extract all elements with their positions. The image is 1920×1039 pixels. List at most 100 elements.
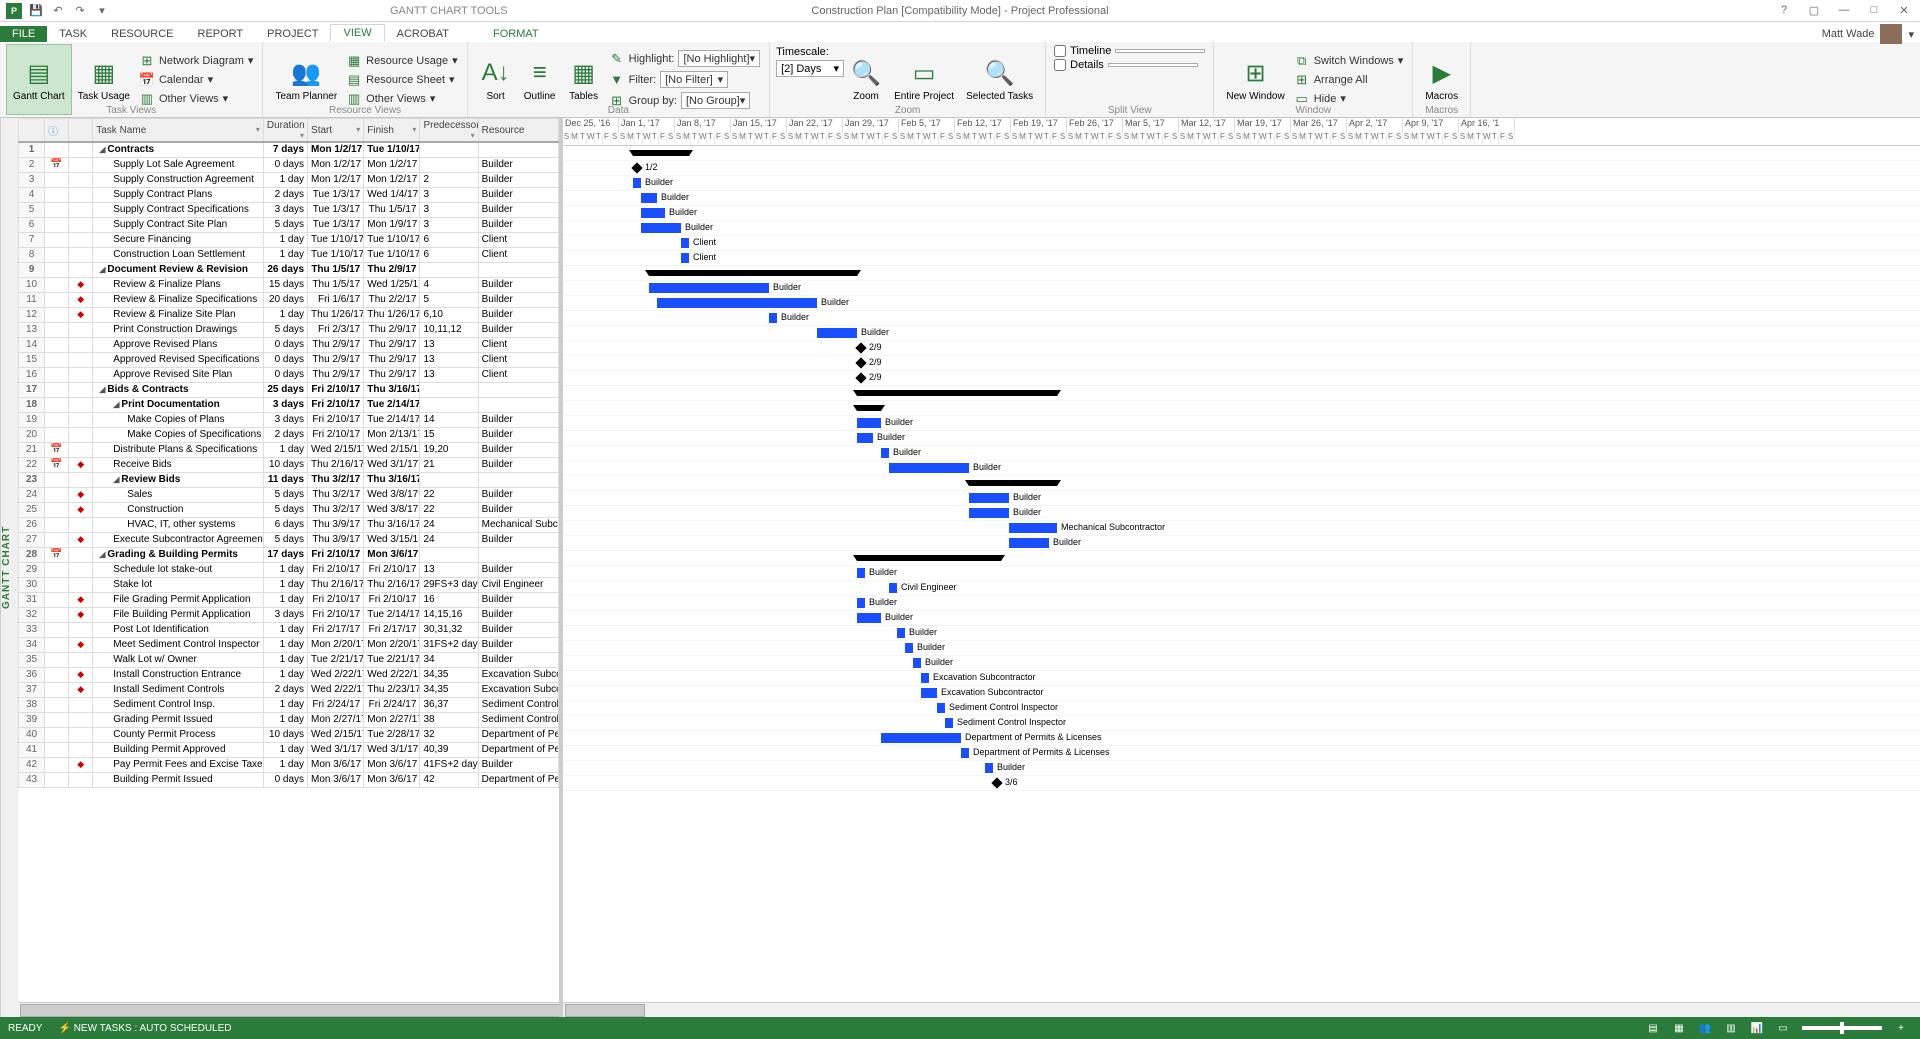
table-row[interactable]: 24◆Sales5 daysThu 3/2/17Wed 3/8/1722Buil… xyxy=(19,487,559,502)
gantt-task-bar[interactable] xyxy=(921,673,929,683)
view-task-usage-icon[interactable]: ▦ xyxy=(1668,1019,1690,1037)
gantt-row[interactable]: 1/2 xyxy=(563,161,1920,176)
switch-windows-button[interactable]: ⧉Switch Windows ▾ xyxy=(1291,52,1407,70)
table-row[interactable]: 21📅Distribute Plans & Specifications1 da… xyxy=(19,442,559,457)
tab-file[interactable]: FILE xyxy=(0,26,47,42)
table-row[interactable]: 16Approve Revised Site Plan0 daysThu 2/9… xyxy=(19,367,559,382)
gantt-task-bar[interactable] xyxy=(921,688,937,698)
gantt-row[interactable] xyxy=(563,551,1920,566)
table-row[interactable]: 26HVAC, IT, other systems6 daysThu 3/9/1… xyxy=(19,517,559,532)
gantt-row[interactable]: Builder xyxy=(563,416,1920,431)
close-icon[interactable]: ✕ xyxy=(1890,4,1918,17)
gantt-task-bar[interactable] xyxy=(881,448,889,458)
tab-task[interactable]: TASK xyxy=(47,26,99,42)
gantt-row[interactable]: Mechanical Subcontractor xyxy=(563,521,1920,536)
gantt-task-bar[interactable] xyxy=(897,628,905,638)
gantt-task-bar[interactable] xyxy=(857,613,881,623)
gantt-milestone[interactable] xyxy=(855,342,866,353)
table-row[interactable]: 17◢Bids & Contracts25 daysFri 2/10/17Thu… xyxy=(19,382,559,397)
gantt-task-bar[interactable] xyxy=(969,493,1009,503)
table-row[interactable]: 36◆Install Construction Entrance1 dayWed… xyxy=(19,667,559,682)
qat-more-icon[interactable]: ▾ xyxy=(92,2,112,20)
table-row[interactable]: 1◢Contracts7 daysMon 1/2/17Tue 1/10/17 xyxy=(19,142,559,157)
gantt-task-bar[interactable] xyxy=(889,583,897,593)
gantt-summary-bar[interactable] xyxy=(857,555,1001,561)
gantt-row[interactable]: Department of Permits & Licenses xyxy=(563,731,1920,746)
gantt-row[interactable]: Builder xyxy=(563,191,1920,206)
gantt-row[interactable] xyxy=(563,401,1920,416)
gantt-row[interactable]: Department of Permits & Licenses xyxy=(563,746,1920,761)
status-new-tasks[interactable]: ⚡ NEW TASKS : AUTO SCHEDULED xyxy=(58,1023,231,1034)
col-start[interactable]: Start▾ xyxy=(308,119,364,143)
arrange-all-button[interactable]: ⊞Arrange All xyxy=(1291,71,1407,89)
gantt-row[interactable]: Builder xyxy=(563,206,1920,221)
zoom-in-icon[interactable]: + xyxy=(1890,1019,1912,1037)
timeline-header[interactable]: Dec 25, '16Jan 1, '17Jan 8, '17Jan 15, '… xyxy=(563,118,1920,146)
gantt-task-bar[interactable] xyxy=(641,208,665,218)
table-row[interactable]: 38Sediment Control Insp.1 dayFri 2/24/17… xyxy=(19,697,559,712)
task-grid[interactable]: ⓘ Task Name▾ Duration▾ Start▾ Finish▾ Pr… xyxy=(18,118,559,1002)
table-row[interactable]: 13Print Construction Drawings5 daysFri 2… xyxy=(19,322,559,337)
gantt-row[interactable]: Builder xyxy=(563,641,1920,656)
gantt-row[interactable]: Builder xyxy=(563,491,1920,506)
table-row[interactable]: 2📅Supply Lot Sale Agreement0 daysMon 1/2… xyxy=(19,157,559,172)
gantt-task-bar[interactable] xyxy=(889,463,969,473)
ribbon-collapse-icon[interactable]: ▢ xyxy=(1800,4,1828,17)
gantt-row[interactable] xyxy=(563,146,1920,161)
gantt-row[interactable]: Client xyxy=(563,236,1920,251)
table-row[interactable]: 7Secure Financing1 dayTue 1/10/17Tue 1/1… xyxy=(19,232,559,247)
gantt-row[interactable]: Civil Engineer xyxy=(563,581,1920,596)
gantt-row[interactable]: Builder xyxy=(563,326,1920,341)
account-avatar[interactable] xyxy=(1880,24,1902,44)
table-row[interactable]: 33Post Lot Identification1 dayFri 2/17/1… xyxy=(19,622,559,637)
gantt-row[interactable]: 3/6 xyxy=(563,776,1920,791)
gantt-task-bar[interactable] xyxy=(681,238,689,248)
table-row[interactable]: 25◆Construction5 daysThu 3/2/17Wed 3/8/1… xyxy=(19,502,559,517)
tab-acrobat[interactable]: ACROBAT xyxy=(385,26,461,42)
table-row[interactable]: 28📅◢Grading & Building Permits17 daysFri… xyxy=(19,547,559,562)
table-row[interactable]: 40County Permit Process10 daysWed 2/15/1… xyxy=(19,727,559,742)
table-row[interactable]: 41Building Permit Approved1 dayWed 3/1/1… xyxy=(19,742,559,757)
filter-dropdown[interactable]: [No Filter]▾ xyxy=(660,71,728,88)
table-row[interactable]: 14Approve Revised Plans0 daysThu 2/9/17T… xyxy=(19,337,559,352)
gantt-row[interactable]: 2/9 xyxy=(563,371,1920,386)
gantt-row[interactable]: Builder xyxy=(563,536,1920,551)
gantt-row[interactable]: Excavation Subcontractor xyxy=(563,686,1920,701)
gantt-task-bar[interactable] xyxy=(857,568,865,578)
table-row[interactable]: 31◆File Grading Permit Application1 dayF… xyxy=(19,592,559,607)
gantt-row[interactable]: Builder xyxy=(563,626,1920,641)
tab-report[interactable]: REPORT xyxy=(186,26,256,42)
gantt-chart-area[interactable]: 1/2BuilderBuilderBuilderBuilderClientCli… xyxy=(563,146,1920,1002)
gantt-row[interactable] xyxy=(563,266,1920,281)
gantt-milestone[interactable] xyxy=(631,162,642,173)
table-row[interactable]: 18◢Print Documentation3 daysFri 2/10/17T… xyxy=(19,397,559,412)
col-indicators[interactable]: ⓘ xyxy=(45,119,69,143)
gantt-milestone[interactable] xyxy=(991,777,1002,788)
resource-sheet-button[interactable]: ▤Resource Sheet ▾ xyxy=(343,71,460,89)
gantt-row[interactable]: Builder xyxy=(563,221,1920,236)
gantt-milestone[interactable] xyxy=(855,357,866,368)
table-row[interactable]: 23◢Review Bids11 daysThu 3/2/17Thu 3/16/… xyxy=(19,472,559,487)
highlight-dropdown[interactable]: [No Highlight]▾ xyxy=(678,50,760,67)
table-row[interactable]: 43Building Permit Issued0 daysMon 3/6/17… xyxy=(19,772,559,787)
table-row[interactable]: 12◆Review & Finalize Site Plan1 dayThu 1… xyxy=(19,307,559,322)
table-row[interactable]: 3Supply Construction Agreement1 dayMon 1… xyxy=(19,172,559,187)
table-row[interactable]: 29Schedule lot stake-out1 dayFri 2/10/17… xyxy=(19,562,559,577)
network-diagram-button[interactable]: ⊞Network Diagram ▾ xyxy=(136,52,257,70)
table-row[interactable]: 10◆Review & Finalize Plans15 daysThu 1/5… xyxy=(19,277,559,292)
gantt-row[interactable]: 2/9 xyxy=(563,341,1920,356)
gantt-task-bar[interactable] xyxy=(769,313,777,323)
redo-icon[interactable]: ↷ xyxy=(70,2,90,20)
gantt-row[interactable]: 2/9 xyxy=(563,356,1920,371)
gantt-task-bar[interactable] xyxy=(937,703,945,713)
left-hscroll[interactable] xyxy=(18,1002,559,1017)
help-icon[interactable]: ? xyxy=(1770,4,1798,17)
gantt-row[interactable]: Builder xyxy=(563,506,1920,521)
gantt-row[interactable]: Builder xyxy=(563,281,1920,296)
table-row[interactable]: 19Make Copies of Plans3 daysFri 2/10/17T… xyxy=(19,412,559,427)
tab-project[interactable]: PROJECT xyxy=(255,26,330,42)
gantt-task-bar[interactable] xyxy=(1009,523,1057,533)
account-area[interactable]: Matt Wade ▾ xyxy=(1822,24,1914,44)
account-dropdown-icon[interactable]: ▾ xyxy=(1908,28,1914,41)
table-row[interactable]: 27◆Execute Subcontractor Agreements5 day… xyxy=(19,532,559,547)
